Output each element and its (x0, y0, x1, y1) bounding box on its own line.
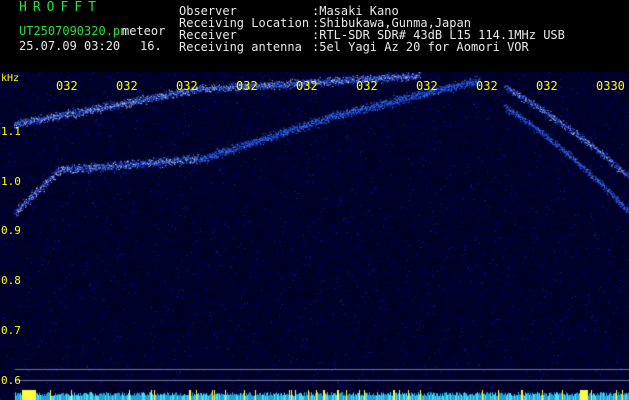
x-tick-label: 032 (536, 79, 558, 93)
y-tick-label: 0.6 (1, 374, 21, 387)
datetime-label: 25.07.09 03:20 (19, 39, 121, 53)
x-tick-label: 032 (296, 79, 318, 93)
y-tick-label: 0.9 (1, 224, 21, 237)
mode-label: meteor (122, 24, 166, 38)
antenna-label: Receiving antenna (179, 40, 302, 54)
x-tick-label: 0330 (596, 79, 625, 93)
y-tick-label: 1.0 (1, 175, 21, 188)
y-tick-label: 0.8 (1, 274, 21, 287)
x-tick-label: 032 (236, 79, 258, 93)
y-tick-label: 1.1 (1, 125, 21, 138)
x-tick-label: 032 (476, 79, 498, 93)
y-axis-unit: kHz (1, 73, 20, 84)
app-title: HROFFT (19, 0, 102, 15)
spectrogram-canvas (0, 72, 629, 400)
x-tick-label: 032 (176, 79, 198, 93)
y-tick-label: 0.7 (1, 324, 21, 337)
file-name: UT2507090320.pn (19, 24, 128, 38)
x-tick-label: 032 (56, 79, 78, 93)
header-panel: HROFFT UT2507090320.pn meteor 25.07.09 0… (0, 0, 629, 72)
x-tick-label: 032 (416, 79, 438, 93)
x-tick-label: 032 (116, 79, 138, 93)
antenna-value: :5el Yagi Az 20 for Aomori VOR (312, 40, 529, 54)
seconds-label: 16. (140, 39, 162, 53)
x-tick-label: 032 (356, 79, 378, 93)
